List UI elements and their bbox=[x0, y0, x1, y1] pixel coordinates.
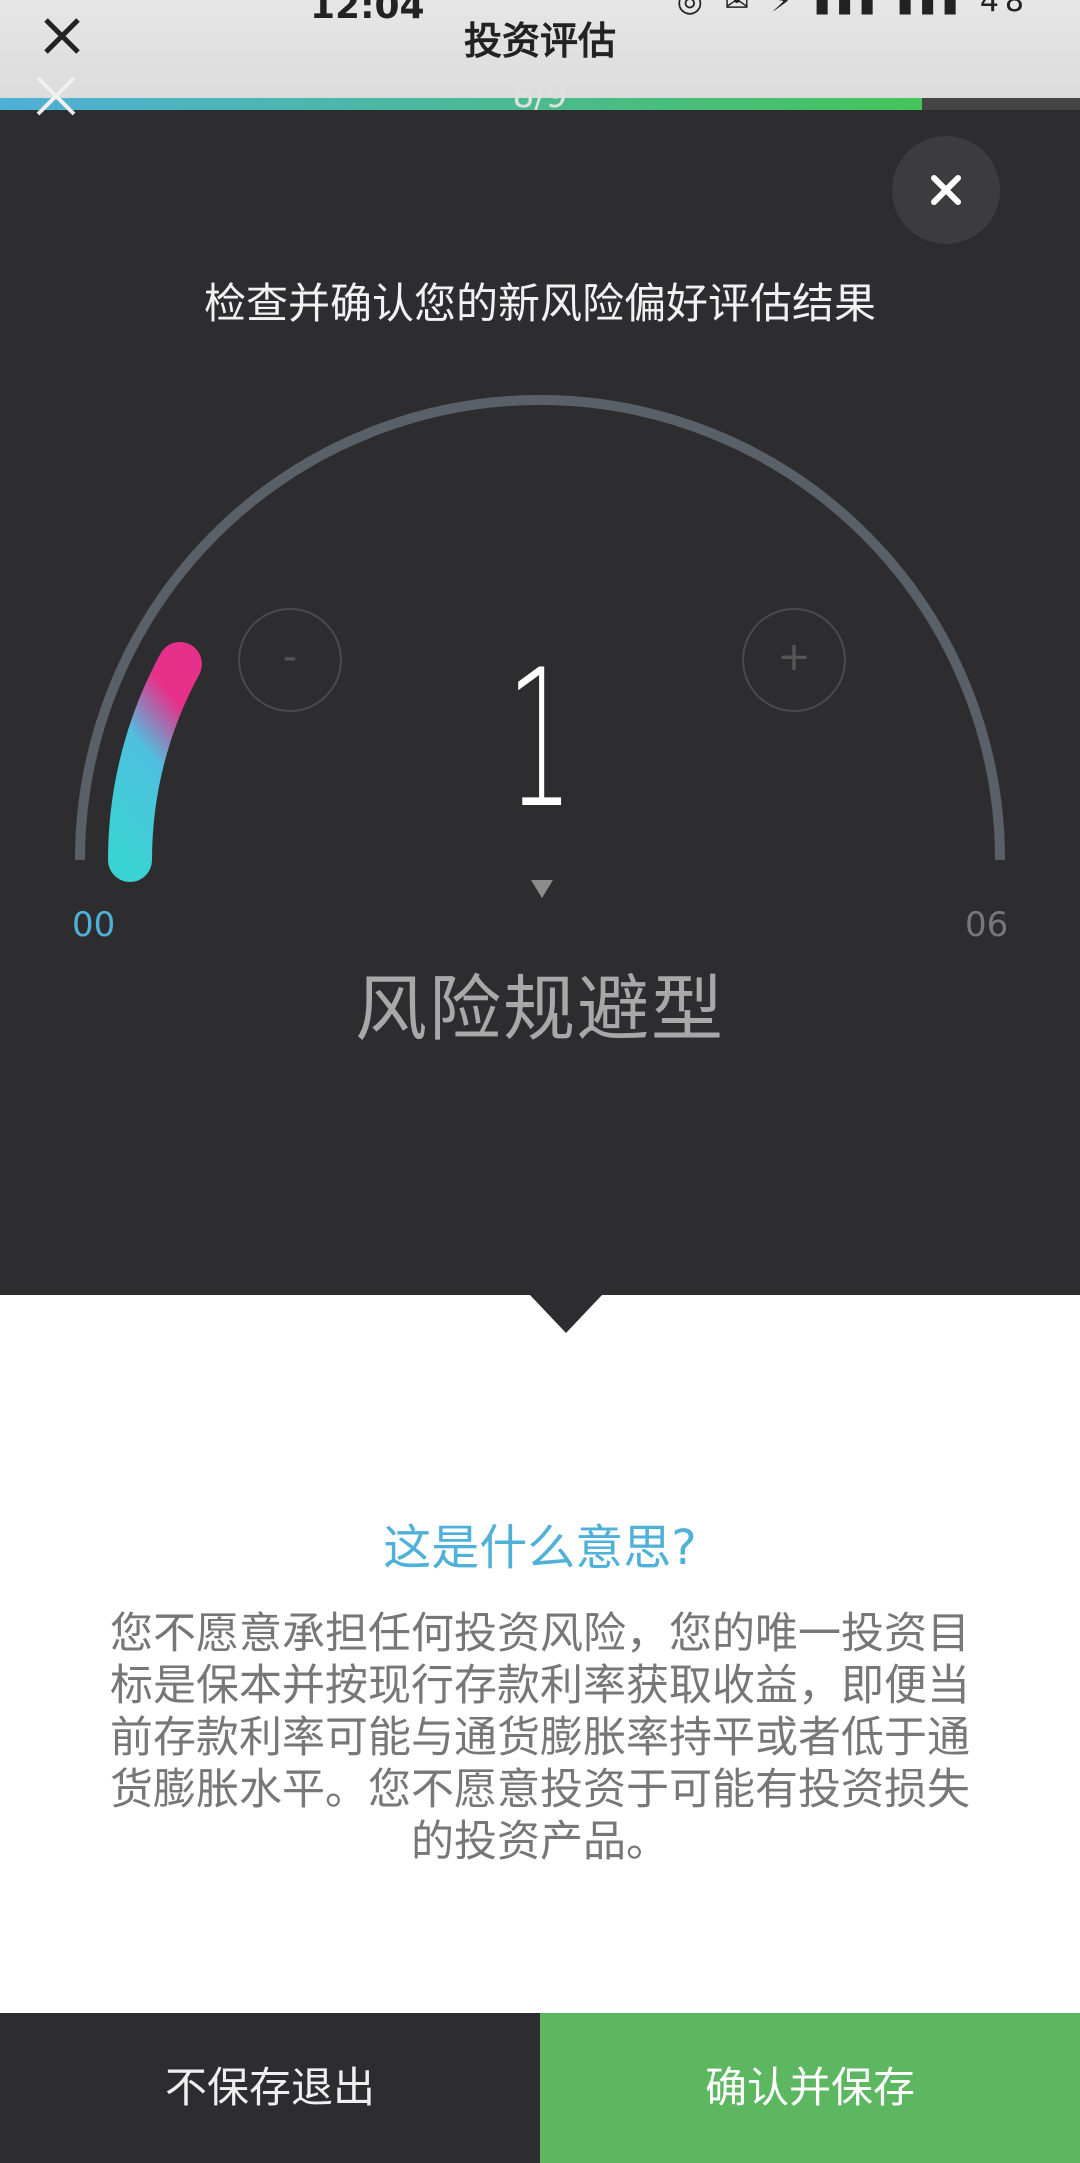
dismiss-button[interactable] bbox=[892, 136, 1000, 244]
page-title: 投资评估 bbox=[463, 19, 616, 63]
pointer-icon bbox=[531, 880, 553, 898]
risk-score: 1 bbox=[506, 629, 574, 850]
risk-type: 风险规避型 bbox=[354, 967, 725, 1051]
exit-without-saving-button[interactable]: 不保存退出 bbox=[0, 2013, 540, 2163]
panel-notch bbox=[530, 1295, 602, 1333]
scale-max-label: 06 bbox=[965, 905, 1009, 945]
confirm-and-save-button[interactable]: 确认并保存 bbox=[540, 2013, 1080, 2163]
gauge-level bbox=[108, 642, 202, 882]
scale-min-label: 00 bbox=[72, 905, 116, 945]
explanation-text: 您不愿意承担任何投资风险，您的唯一投资目标是保本并按现行存款利率获取收益，即便当… bbox=[110, 1609, 970, 1867]
close-icon bbox=[931, 175, 961, 205]
assessment-heading: 检查并确认您的新风险偏好评估结果 bbox=[203, 279, 876, 328]
step-counter: 8/9 bbox=[512, 76, 568, 116]
explanation-title: 这是什么意思? bbox=[383, 1520, 697, 1576]
